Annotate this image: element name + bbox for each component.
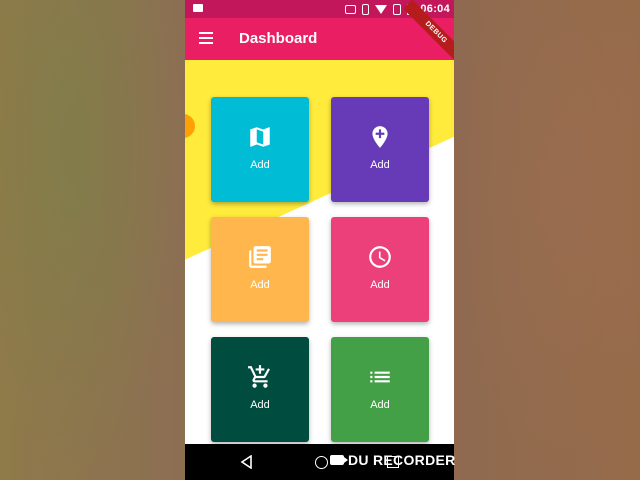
phone-screen: 06:04 Dashboard DEBUG Add Add Add Add Ad… [185, 0, 454, 480]
card-map[interactable]: Add [211, 97, 309, 202]
home-icon[interactable] [315, 456, 328, 469]
card-label: Add [250, 279, 270, 291]
camera-icon [330, 455, 348, 465]
menu-icon[interactable] [199, 32, 213, 44]
dashboard-content: Add Add Add Add Add Add [185, 60, 454, 444]
cast-icon [345, 4, 357, 14]
card-label: Add [250, 159, 270, 171]
list-icon [366, 363, 394, 391]
card-library-books[interactable]: Add [211, 217, 309, 322]
card-add-shopping-cart[interactable]: Add [211, 337, 309, 442]
card-add-location[interactable]: Add [331, 97, 429, 202]
map-icon [246, 123, 274, 151]
clock-icon [366, 243, 394, 271]
record-icon [193, 4, 203, 12]
library-books-icon [246, 243, 274, 271]
card-clock[interactable]: Add [331, 217, 429, 322]
card-label: Add [370, 279, 390, 291]
vibrate-icon [362, 3, 370, 15]
back-icon[interactable] [240, 454, 252, 474]
background-blur-left [0, 0, 185, 480]
no-sim-icon [393, 3, 402, 15]
card-list[interactable]: Add [331, 337, 429, 442]
card-label: Add [370, 159, 390, 171]
watermark-text: DU RECORDER [348, 452, 456, 468]
status-icons: 06:04 [345, 2, 450, 16]
add-shopping-cart-icon [246, 363, 274, 391]
page-title: Dashboard [239, 30, 318, 47]
background-blur-right [454, 0, 640, 480]
add-location-icon [366, 123, 394, 151]
app-bar: Dashboard DEBUG [185, 0, 454, 66]
recorder-watermark: DU RECORDER [330, 452, 456, 468]
wifi-icon [375, 4, 388, 14]
card-label: Add [250, 399, 270, 411]
card-label: Add [370, 399, 390, 411]
